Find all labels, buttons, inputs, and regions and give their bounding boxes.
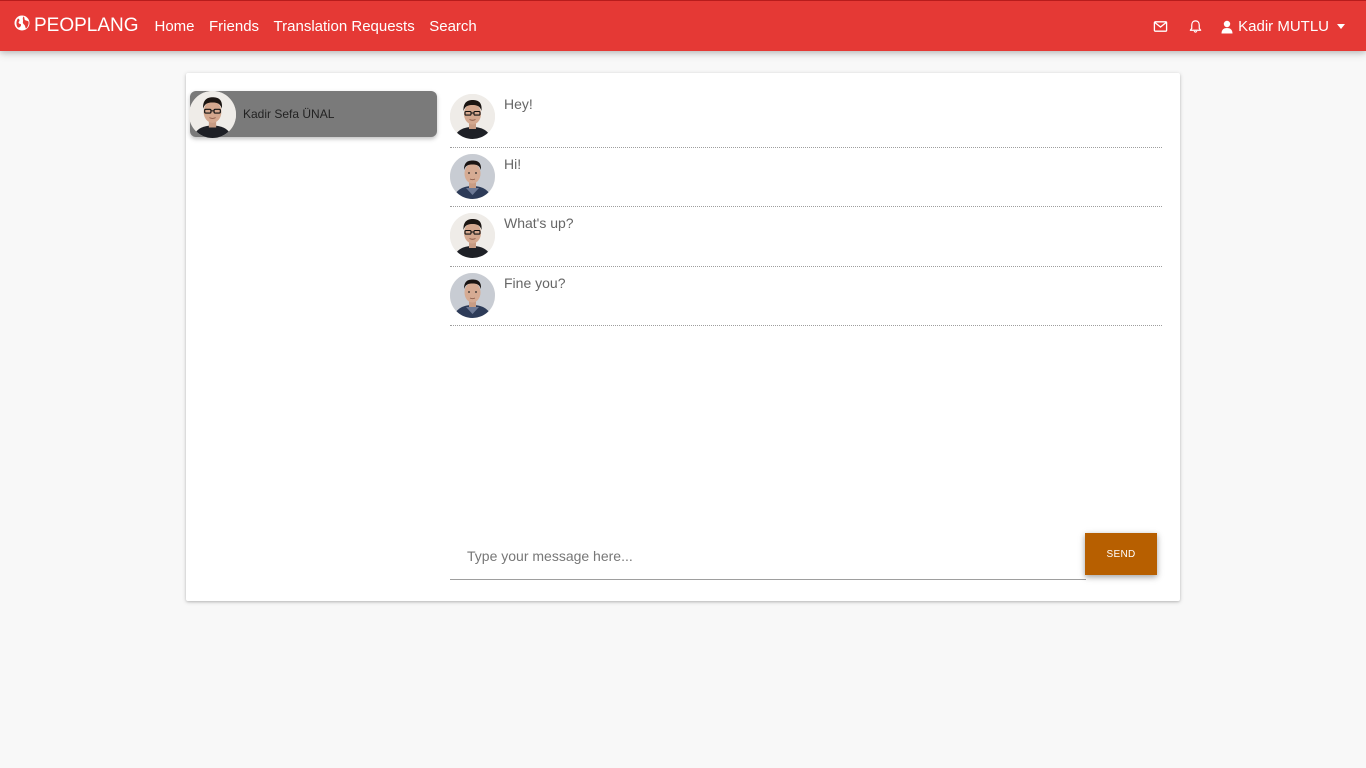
avatar (450, 213, 495, 258)
user-icon (1221, 20, 1233, 34)
send-button[interactable]: SEND (1085, 533, 1157, 575)
nav-home-link[interactable]: Home (147, 18, 202, 35)
avatar (450, 153, 495, 199)
avatar (450, 94, 495, 139)
envelope-icon[interactable] (1152, 19, 1168, 35)
message-text: Hi! (504, 155, 522, 172)
message-composer (450, 533, 1086, 580)
user-menu-dropdown[interactable]: Kadir MUTLU (1221, 18, 1345, 35)
message-item: Hi! (450, 148, 1162, 207)
message-item: Fine you? (450, 267, 1162, 326)
navbar-right: Kadir MUTLU (1152, 1, 1345, 52)
contact-item[interactable]: Kadir Sefa ÜNAL (189, 90, 437, 138)
brand-logo[interactable]: PEOPLANG (14, 15, 139, 37)
message-text: Hey! (504, 96, 533, 112)
message-item: What's up? (450, 207, 1162, 267)
avatar (450, 272, 495, 318)
top-navbar: PEOPLANG Home Friends Translation Reques… (0, 0, 1366, 51)
avatar (189, 90, 236, 138)
message-text: What's up? (504, 215, 574, 231)
contact-name: Kadir Sefa ÜNAL (243, 107, 335, 121)
user-name: Kadir MUTLU (1238, 18, 1329, 35)
nav-friends-link[interactable]: Friends (202, 18, 267, 35)
nav-translation-requests-link[interactable]: Translation Requests (266, 18, 422, 35)
message-text: Fine you? (504, 274, 566, 291)
message-input[interactable] (450, 533, 1086, 579)
main-nav: Home Friends Translation Requests Search (147, 1, 484, 52)
nav-search-link[interactable]: Search (422, 18, 484, 35)
message-list: Hey! Hi! What's up? Fine you? (450, 88, 1162, 326)
globe-icon (14, 15, 30, 37)
chat-card: Kadir Sefa ÜNAL Hey! Hi! What's up? Fine… (186, 73, 1180, 601)
chevron-down-icon (1337, 24, 1345, 29)
brand-name: PEOPLANG (34, 15, 139, 36)
bell-icon[interactable] (1187, 19, 1203, 35)
message-item: Hey! (450, 88, 1162, 148)
